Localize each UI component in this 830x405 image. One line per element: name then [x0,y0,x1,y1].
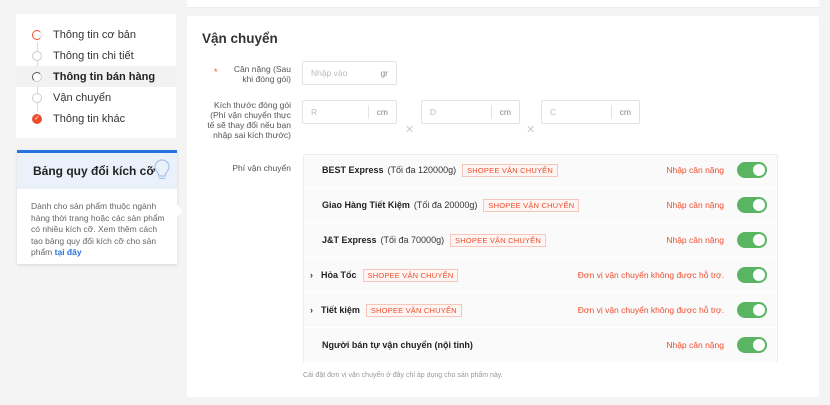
carrier-status: Đơn vị vận chuyển không được hỗ trợ. [577,305,724,315]
carrier-row[interactable]: › Tiết kiệm SHOPEE VẬN CHUYỂN Đơn vị vận ch… [304,293,777,328]
step-item[interactable]: Thông tin cơ bản [16,24,176,45]
step-label: Thông tin cơ bản [53,28,137,41]
carrier-row: Người bán tự vận chuyển (nội tỉnh) Nhập c… [304,328,777,363]
carrier-name: Tiết kiệm [321,305,360,315]
carrier-toggle[interactable] [737,162,767,178]
carrier-list: BEST Express (Tối đa 120000g) SHOPEE VẬN C… [303,154,778,363]
times-icon: ✕ [405,124,415,136]
carrier-name: Giao Hàng Tiết Kiệm [322,200,410,210]
carrier-row: BEST Express (Tối đa 120000g) SHOPEE VẬN C… [304,153,777,188]
carrier-row[interactable]: › Hỏa Tốc SHOPEE VẬN CHUYỂN Đơn vị vận chuy… [304,258,777,293]
size-chart-header: Bảng quy đổi kích cỡ [17,153,177,189]
carrier-name: J&T Express [322,235,377,245]
carrier-row: J&T Express (Tối đa 70000g) SHOPEE VẬN CHU… [304,223,777,258]
times-icon: ✕ [526,124,536,136]
carrier-name: Người bán tự vận chuyển (nội tỉnh) [322,340,473,350]
step-label: Thông tin chi tiết [53,49,134,62]
step-label: Vận chuyển [53,91,112,104]
height-input[interactable]: C cm [541,100,640,124]
carrier-toggle[interactable] [737,232,767,248]
shopee-shipping-badge: SHOPEE VẬN CHUYỂN [483,198,580,212]
carrier-toggle[interactable] [737,197,767,213]
shopee-shipping-badge: SHOPEE VẬN CHUYỂN [365,303,462,317]
step-item[interactable]: ✓ Thông tin khác [16,108,176,129]
shipping-section: Vận chuyển * Cân nặng (Sau khi đóng gói)… [187,16,819,397]
carrier-status: Nhập cân nặng [666,200,724,210]
step-circle-icon [32,50,42,61]
step-label: Thông tin bán hàng [53,70,156,83]
weight-input[interactable]: Nhập vào gr [302,61,397,85]
carrier-weight-limit: (Tối đa 70000g) [380,235,445,245]
lightbulb-icon [154,159,170,180]
step-circle-icon [32,29,42,40]
shopee-shipping-badge: SHOPEE VẬN CHUYỂN [462,163,558,177]
step-circle-icon [32,71,42,82]
carrier-name: BEST Express [322,165,384,175]
shopee-shipping-badge: SHOPEE VẬN CHUYỂN [362,268,459,282]
step-item[interactable]: Thông tin bán hàng [16,66,176,87]
step-item[interactable]: Vận chuyển [16,87,176,108]
required-mark: * [214,67,218,77]
size-chart-link[interactable]: tại đây [55,247,82,257]
width-input[interactable]: D cm [421,100,520,124]
carrier-toggle[interactable] [737,267,767,283]
carrier-status: Đơn vị vận chuyển không được hỗ trợ. [577,270,724,280]
top-section-edge [187,0,819,8]
carrier-weight-limit: (Tối đa 20000g) [413,200,478,210]
shipping-fee-label: Phí vận chuyển [232,163,291,173]
size-chart-pointer [176,204,183,218]
length-input[interactable]: R cm [302,100,397,124]
size-chart-card: Bảng quy đổi kích cỡ Dành cho sản phẩm t… [17,150,177,264]
chevron-right-icon[interactable]: › [310,270,313,280]
weight-unit: gr [380,68,388,78]
check-circle-icon: ✓ [32,113,42,124]
carrier-status: Nhập cân nặng [666,340,724,350]
chevron-right-icon[interactable]: › [310,305,313,315]
carrier-toggle[interactable] [737,302,767,318]
weight-label: Cân nặng (Sau khi đóng gói) [233,64,291,84]
step-item[interactable]: Thông tin chi tiết [16,45,176,66]
carrier-name: Hỏa Tốc [321,270,357,280]
carrier-status: Nhập cân nặng [666,165,724,175]
step-label: Thông tin khác [53,112,126,125]
package-size-label: Kích thước đóng gói (Phí vận chuyển thực… [207,100,291,140]
step-circle-icon [32,92,42,103]
size-chart-description: Dành cho sản phẩm thuộc ngành hàng thời … [31,201,165,257]
size-chart-title: Bảng quy đổi kích cỡ [33,164,155,178]
carrier-toggle[interactable] [737,337,767,353]
carrier-row: Giao Hàng Tiết Kiệm (Tối đa 20000g) SHOPEE… [304,188,777,223]
weight-placeholder: Nhập vào [311,68,348,78]
shopee-shipping-badge: SHOPEE VẬN CHUYỂN [450,233,546,247]
carrier-weight-limit: (Tối đa 120000g) [387,165,457,175]
carrier-status: Nhập cân nặng [666,235,724,245]
section-title: Vận chuyển [202,31,278,46]
shipping-note: Cài đặt đơn vị vận chuyển ở đây chỉ áp d… [303,372,503,379]
